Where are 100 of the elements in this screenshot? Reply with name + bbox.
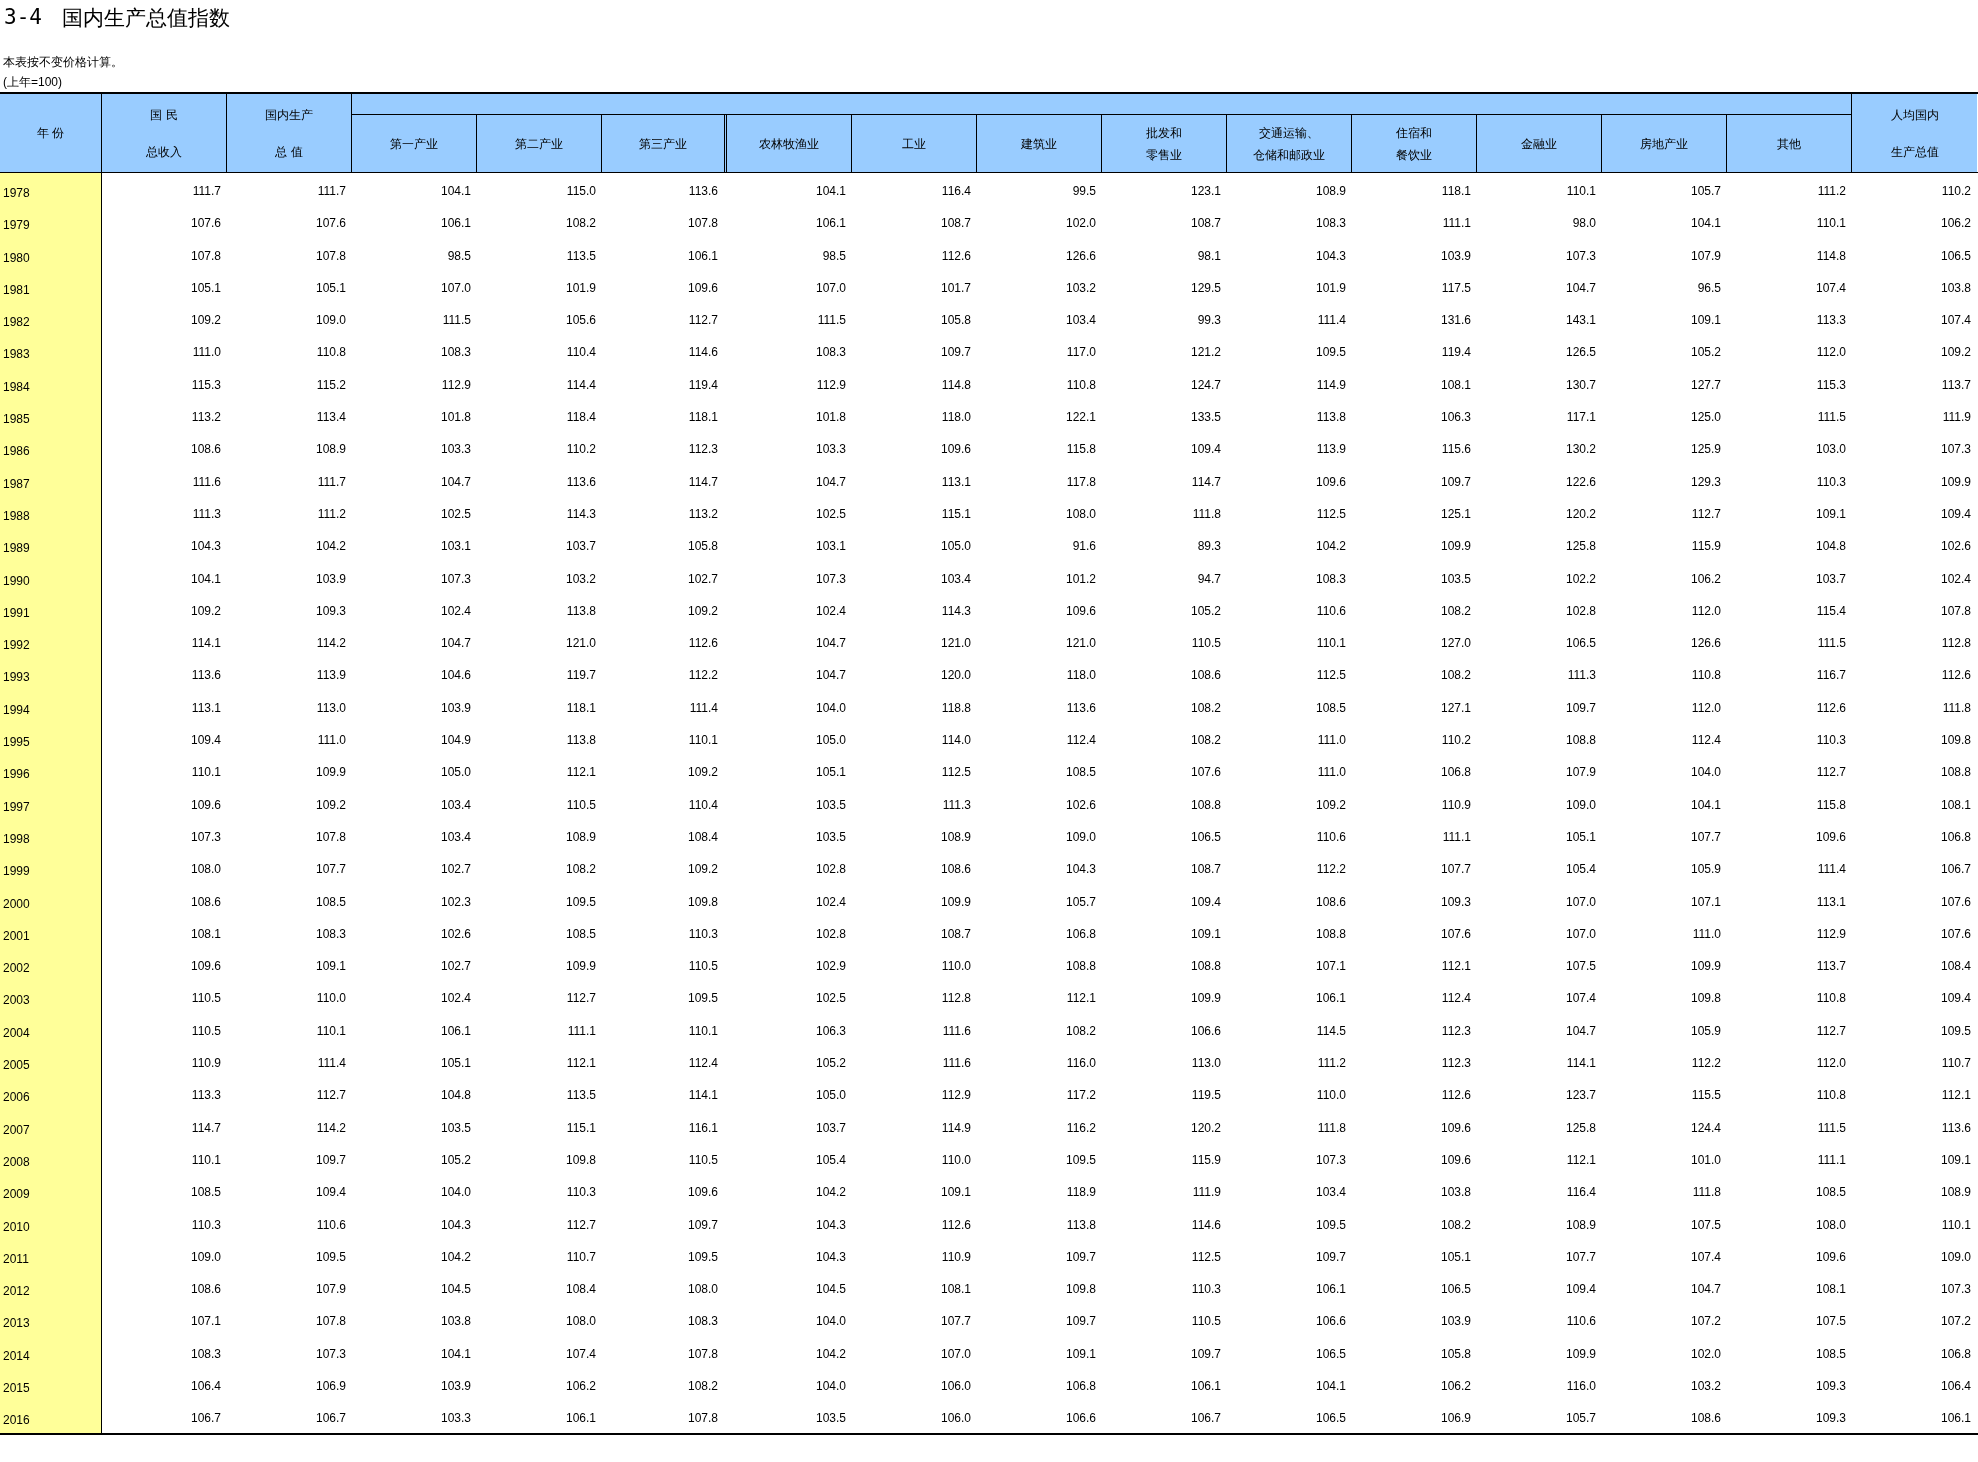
table-cell-text: 127.1 xyxy=(1439,699,1472,717)
table-cell-text: 108.6 xyxy=(189,441,222,459)
table-cell-text: 105.0 xyxy=(439,764,472,782)
table-cell-text: 98.5 xyxy=(446,247,472,265)
table-cell-text: 108.5 xyxy=(1814,1345,1847,1363)
table-cell-text: 106.4 xyxy=(1939,1378,1972,1395)
table-cell-text: 110.5 xyxy=(565,796,597,814)
year-cell: 1980 xyxy=(0,237,102,270)
table-cell-text: 119.4 xyxy=(687,376,719,394)
table-cell-text: 112.6 xyxy=(940,247,972,265)
table-cell-text: 105.7 xyxy=(1564,1410,1597,1428)
table-cell-text: 112.1 xyxy=(565,764,597,782)
table-cell-text: 111.5 xyxy=(1816,409,1847,427)
table-cell-text: 106.7 xyxy=(1939,861,1972,879)
table-cell-text: 111.7 xyxy=(316,183,347,200)
table-cell-text: 105.0 xyxy=(814,1087,847,1105)
table-cell-text: 112.5 xyxy=(940,764,972,782)
table-cell-text: 108.0 xyxy=(686,1281,719,1299)
table-cell-text: 108.4 xyxy=(686,828,719,846)
table-cell-text: 109.8 xyxy=(1064,1281,1097,1299)
table-cell-text: 107.3 xyxy=(314,1345,347,1363)
table-cell-text: 108.7 xyxy=(1189,215,1222,233)
table-cell-text: 113.6 xyxy=(190,667,222,685)
table-cell-text: 101.8 xyxy=(439,409,472,427)
table-cell-text: 125.8 xyxy=(1564,538,1597,556)
table-cell-text: 112.9 xyxy=(1815,925,1847,943)
table-cell-text: 112.1 xyxy=(1065,990,1097,1008)
table-cell-text: 106.8 xyxy=(1439,764,1472,782)
table-cell-text: 109.0 xyxy=(189,1248,222,1266)
year-cell: 2012 xyxy=(0,1271,102,1304)
table-cell-text: 102.3 xyxy=(439,893,472,911)
table-cell-text: 112.9 xyxy=(940,1087,972,1105)
table-cell-text: 109.1 xyxy=(1814,505,1847,523)
table-cell-text: 109.9 xyxy=(314,764,347,782)
table-cell-text: 108.0 xyxy=(189,861,222,879)
header-label: 仓储和邮政业 xyxy=(1253,146,1325,163)
table-cell-text: 111.0 xyxy=(316,732,347,750)
table-cell-text: 113.8 xyxy=(565,732,597,750)
table-cell-text: 105.1 xyxy=(1564,828,1597,846)
table-cell-text: 104.3 xyxy=(1314,247,1347,265)
table-cell-text: 109.6 xyxy=(1064,602,1097,620)
table-cell-text: 112.3 xyxy=(1440,1022,1472,1040)
table-cell-text: 111.7 xyxy=(316,473,347,491)
table-cell-text: 110.3 xyxy=(1815,732,1847,750)
year-cell: 1985 xyxy=(0,399,102,432)
table-cell-text: 108.5 xyxy=(1314,699,1347,717)
table-cell-text: 108.4 xyxy=(1939,958,1972,976)
table-cell-text: 111.1 xyxy=(1441,828,1472,846)
table-cell-text: 104.1 xyxy=(439,183,472,200)
table-cell-text: 103.1 xyxy=(439,538,472,556)
table-cell-text: 98.5 xyxy=(821,247,847,265)
table-cell-text: 112.7 xyxy=(315,1087,347,1105)
table-cell-text: 112.7 xyxy=(1690,505,1722,523)
table-cell-text: 112.0 xyxy=(1690,699,1722,717)
table-cell-text: 106.1 xyxy=(814,215,847,233)
table-cell-text: 107.0 xyxy=(1564,893,1597,911)
table-cell-text: 104.3 xyxy=(814,1248,847,1266)
table-cell-text: 129.3 xyxy=(1689,473,1722,491)
table-cell-text: 118.8 xyxy=(940,699,972,717)
table-cell-text: 103.3 xyxy=(439,441,472,459)
table-cell-text: 106.2 xyxy=(1689,570,1722,588)
table-cell-text: 104.3 xyxy=(1064,861,1097,879)
table-cell-text: 113.6 xyxy=(565,473,597,491)
table-cell-text: 112.2 xyxy=(1315,861,1347,879)
table-cell-text: 107.2 xyxy=(1689,1313,1722,1331)
table-cell-text: 113.1 xyxy=(190,699,222,717)
table-cell-text: 106.4 xyxy=(189,1378,222,1395)
year-cell: 1986 xyxy=(0,431,102,464)
table-cell-text: 110.1 xyxy=(190,1151,222,1169)
header-label: 建筑业 xyxy=(1021,135,1057,152)
table-cell-text: 109.4 xyxy=(1939,990,1972,1008)
table-cell-text: 110.1 xyxy=(687,1022,719,1040)
table-cell-text: 112.4 xyxy=(687,1055,719,1072)
table-cell-text: 106.2 xyxy=(564,1378,597,1395)
table-cell-text: 107.0 xyxy=(1564,925,1597,943)
table-cell-text: 109.6 xyxy=(1814,1248,1847,1266)
table-cell-text: 115.6 xyxy=(1440,441,1472,459)
table-cell-text: 108.3 xyxy=(1314,570,1347,588)
table-cell-text: 107.3 xyxy=(1939,441,1972,459)
year-cell: 2002 xyxy=(0,948,102,981)
header-label: 工业 xyxy=(902,135,926,152)
table-cell-text: 103.5 xyxy=(1439,570,1472,588)
table-cell-text: 109.6 xyxy=(1439,1119,1472,1137)
table-cell-text: 112.7 xyxy=(1815,764,1847,782)
table-cell-text: 109.4 xyxy=(1939,505,1972,523)
table-cell-text: 108.6 xyxy=(1314,893,1347,911)
table-cell-text: 108.0 xyxy=(1064,505,1097,523)
table-cell-text: 112.1 xyxy=(1940,1087,1972,1105)
table-cell-text: 109.0 xyxy=(1939,1248,1972,1266)
table-cell-text: 107.7 xyxy=(939,1313,972,1331)
header-label: 零售业 xyxy=(1146,146,1182,163)
table-cell-text: 109.7 xyxy=(1439,473,1472,491)
table-cell-text: 111.0 xyxy=(1316,732,1347,750)
table-cell-text: 110.6 xyxy=(315,1216,347,1234)
year-cell: 2016 xyxy=(0,1400,102,1433)
table-cell-text: 130.2 xyxy=(1564,441,1597,459)
table-cell-text: 105.2 xyxy=(439,1151,472,1169)
table-cell-text: 106.3 xyxy=(814,1022,847,1040)
table-cell-text: 121.2 xyxy=(1189,344,1222,362)
table-cell-text: 111.0 xyxy=(1316,764,1347,782)
